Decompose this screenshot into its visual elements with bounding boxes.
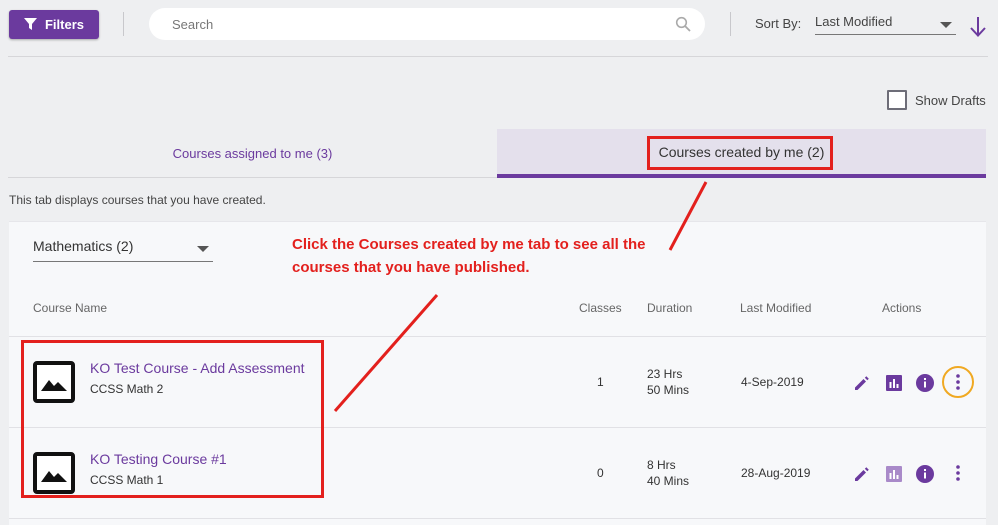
info-icon[interactable] [915, 373, 935, 393]
sort-select-value: Last Modified [815, 14, 893, 29]
search-input[interactable] [172, 8, 662, 40]
filters-button[interactable]: Filters [9, 10, 99, 39]
more-vertical-icon [956, 374, 960, 390]
column-header-classes: Classes [579, 301, 622, 315]
course-duration-minutes: 40 Mins [647, 474, 690, 488]
toolbar-divider [8, 56, 988, 57]
info-icon[interactable] [915, 464, 935, 484]
courses-highlight-box [21, 340, 324, 498]
row-divider [9, 518, 986, 519]
subject-filter-select[interactable]: Mathematics (2) [33, 238, 213, 262]
tab-courses-assigned[interactable]: Courses assigned to me (3) [8, 129, 497, 177]
toolbar-separator [123, 12, 124, 36]
column-header-duration: Duration [647, 301, 693, 315]
tab-highlight-box [647, 136, 833, 170]
chevron-down-icon [940, 22, 952, 28]
course-actions [852, 457, 977, 489]
search-box [149, 8, 705, 40]
course-duration-hours: 8 Hrs [647, 458, 676, 472]
search-icon[interactable] [675, 16, 691, 32]
course-duration-minutes: 50 Mins [647, 383, 690, 397]
analytics-chart-icon[interactable] [884, 373, 904, 393]
filters-label: Filters [44, 17, 84, 32]
tab-description: This tab displays courses that you have … [9, 193, 266, 207]
filter-icon [23, 18, 37, 30]
more-options-button[interactable] [942, 366, 974, 398]
annotation-callout: Click the Courses created by me tab to s… [292, 233, 672, 279]
chevron-down-icon [197, 246, 209, 252]
annotation-line: courses that you have published. [292, 259, 530, 276]
course-last-modified: 28-Aug-2019 [741, 466, 811, 480]
toolbar: Filters Sort By: Last Modified [0, 0, 998, 56]
annotation-line: Click the Courses created by me tab to s… [292, 236, 646, 253]
sort-direction-arrow-icon[interactable] [969, 15, 987, 39]
show-drafts-label: Show Drafts [915, 92, 986, 108]
edit-pencil-icon[interactable] [852, 373, 872, 393]
course-classes: 1 [597, 375, 604, 389]
toolbar-separator [730, 12, 731, 36]
column-header-course-name: Course Name [33, 301, 108, 315]
show-drafts-toggle[interactable]: Show Drafts [887, 90, 986, 110]
course-last-modified: 4-Sep-2019 [741, 375, 804, 389]
column-header-last-modified: Last Modified [740, 301, 812, 315]
more-options-button[interactable] [942, 457, 974, 489]
course-tabs: Courses assigned to me (3) Courses creat… [8, 129, 986, 178]
sort-by-label: Sort By: [755, 16, 802, 31]
edit-pencil-icon[interactable] [852, 464, 872, 484]
course-actions [852, 366, 977, 398]
course-duration-hours: 23 Hrs [647, 367, 683, 381]
show-drafts-checkbox[interactable] [887, 90, 907, 110]
analytics-chart-icon[interactable] [884, 464, 904, 484]
column-header-actions: Actions [882, 301, 922, 315]
sort-select[interactable]: Last Modified [815, 14, 956, 35]
subject-filter-value: Mathematics (2) [33, 238, 134, 254]
more-vertical-icon [956, 465, 960, 481]
course-classes: 0 [597, 466, 604, 480]
